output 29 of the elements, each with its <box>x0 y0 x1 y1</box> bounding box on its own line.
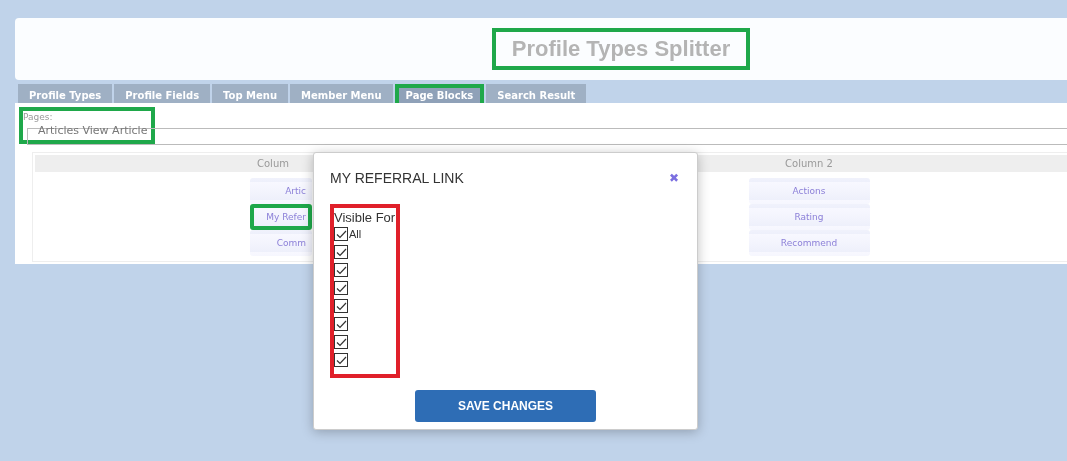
block-button[interactable]: Artic <box>250 178 312 204</box>
pages-field[interactable] <box>27 128 1067 145</box>
field-value: Articles View Article <box>37 123 148 138</box>
checkbox[interactable] <box>334 299 348 313</box>
block-button[interactable]: Comm <box>250 230 312 256</box>
tab[interactable]: Profile Types <box>18 84 113 103</box>
tab[interactable]: Page Blocks <box>394 84 485 103</box>
block-button[interactable]: My Refer <box>250 204 312 230</box>
checkbox[interactable] <box>334 335 348 349</box>
block-button[interactable]: Actions <box>748 178 870 204</box>
checkbox[interactable] <box>334 245 348 259</box>
tab[interactable]: Top Menu <box>212 84 289 103</box>
close-icon[interactable]: ✖ <box>669 172 679 184</box>
page-title: Profile Types Splitter <box>491 28 751 70</box>
checkbox-label: All <box>349 228 362 240</box>
block-button[interactable]: Rating <box>748 204 870 230</box>
checkbox[interactable] <box>334 227 348 241</box>
checkbox[interactable] <box>334 281 348 295</box>
tab[interactable]: Profile Fields <box>114 84 211 103</box>
group-label: Visible For <box>334 210 396 225</box>
save-button[interactable]: SAVE CHANGES <box>415 390 596 422</box>
tab[interactable]: Search Result <box>486 84 587 103</box>
tab[interactable]: Member Menu <box>290 84 393 103</box>
block-button[interactable]: Recommend <box>748 230 870 256</box>
field-label: Pages: <box>23 112 54 122</box>
checkbox[interactable] <box>334 317 348 331</box>
dialog-title: MY REFERRAL LINK <box>330 170 464 186</box>
checkbox[interactable] <box>334 263 348 277</box>
checkbox[interactable] <box>334 353 348 367</box>
